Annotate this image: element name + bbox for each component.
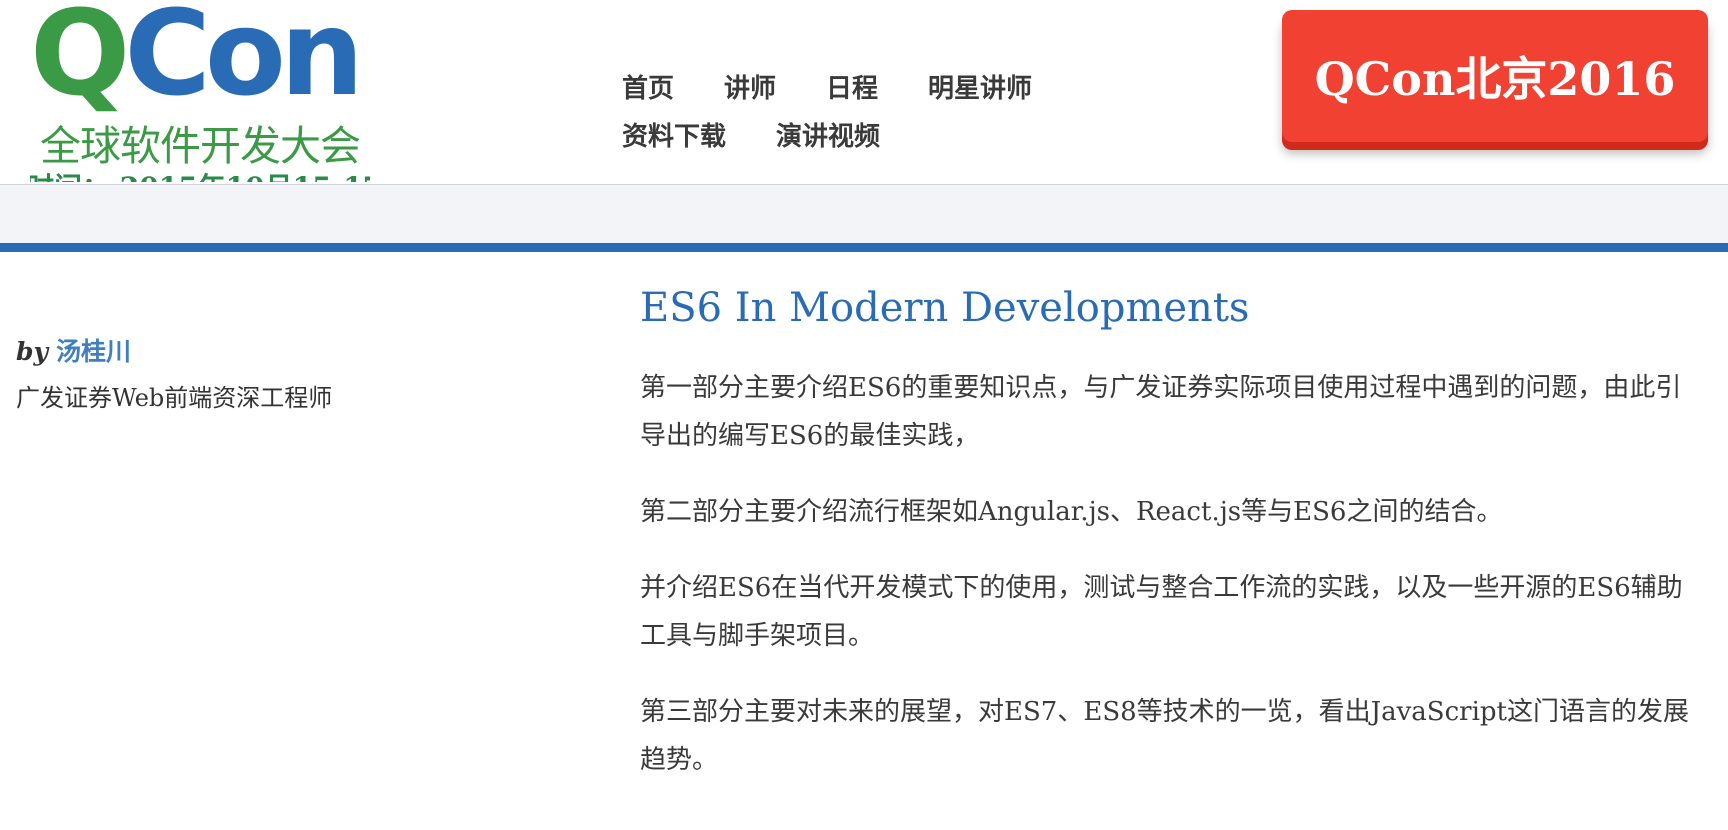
logo-q: Q (30, 4, 130, 122)
speaker-sidebar: by 汤桂川 广发证券Web前端资深工程师 (16, 330, 576, 422)
logo-wordmark: QCon (30, 4, 364, 112)
talk-content: ES6 In Modern Developments 第一部分主要介绍ES6的重… (640, 278, 1696, 812)
blue-divider (0, 243, 1728, 252)
nav-item-videos[interactable]: 演讲视频 (776, 116, 880, 153)
nav-item-home[interactable]: 首页 (622, 68, 674, 105)
sub-header-bar (0, 185, 1728, 243)
qcon-logo[interactable]: QCon 全球软件开发大会 时间： 2015年10月15-17日 (30, 4, 370, 182)
speaker-byline: by 汤桂川 (16, 330, 576, 374)
talk-title: ES6 In Modern Developments (640, 285, 1250, 331)
nav-item-speakers[interactable]: 讲师 (724, 68, 776, 105)
talk-paragraph-1: 第一部分主要介绍ES6的重要知识点，与广发证券实际项目使用过程中遇到的问题，由此… (640, 373, 1682, 451)
talk-paragraph-4: 第三部分主要对未来的展望，对ES7、ES8等技术的一览，看出JavaScript… (640, 697, 1689, 775)
conference-date: 时间： 2015年10月15-17日 (30, 166, 370, 182)
nav-item-downloads[interactable]: 资料下载 (622, 116, 726, 153)
speaker-name-link[interactable]: 汤桂川 (56, 337, 131, 366)
qcon-beijing-2016-button[interactable]: QCon北京2016 (1282, 10, 1708, 142)
nav-item-star-speakers[interactable]: 明星讲师 (928, 68, 1032, 105)
nav-row-2: 资料下载 演讲视频 (622, 110, 1102, 158)
talk-paragraph-3: 并介绍ES6在当代开发模式下的使用，测试与整合工作流的实践，以及一些开源的ES6… (640, 573, 1683, 651)
talk-paragraph-2: 第二部分主要介绍流行框架如Angular.js、React.js等与ES6之间的… (640, 497, 1503, 527)
nav-item-schedule[interactable]: 日程 (826, 68, 878, 105)
main-nav: 首页 讲师 日程 明星讲师 资料下载 演讲视频 (622, 62, 1102, 158)
speaker-title: 广发证券Web前端资深工程师 (16, 384, 333, 412)
logo-tagline: 全球软件开发大会 (40, 122, 361, 170)
nav-row-1: 首页 讲师 日程 明星讲师 (622, 62, 1102, 110)
by-label: by (16, 337, 49, 366)
site-header: QCon 全球软件开发大会 时间： 2015年10月15-17日 首页 讲师 日… (0, 0, 1728, 184)
logo-con: Con (124, 4, 364, 122)
